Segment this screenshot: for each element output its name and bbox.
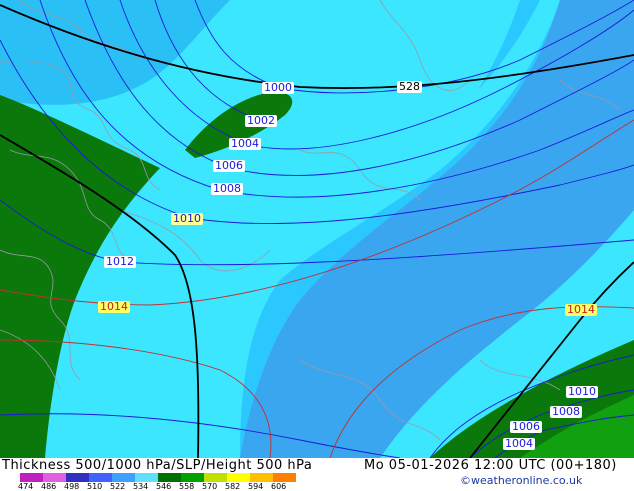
isobar-label: 1002: [245, 114, 277, 127]
height-label: 528: [397, 80, 422, 93]
map-datetime: Mo 05-01-2026 12:00 UTC (00+180): [364, 458, 617, 473]
isobar-label: 1014: [565, 303, 597, 316]
legend-swatch: [112, 473, 135, 482]
isobar-label: 1010: [171, 212, 203, 225]
isobar-label: 1012: [104, 255, 136, 268]
isobar-label: 1008: [550, 405, 582, 418]
legend-swatch: [135, 473, 158, 482]
legend-swatch: [250, 473, 273, 482]
legend-swatch: [158, 473, 181, 482]
thickness-legend: [20, 473, 296, 482]
credit-link[interactable]: ©weatheronline.co.uk: [460, 474, 582, 487]
footer-bar: Thickness 500/1000 hPa/SLP/Height 500 hP…: [0, 458, 634, 491]
isobar-label: 1000: [262, 81, 294, 94]
legend-swatch: [43, 473, 66, 482]
map-title: Thickness 500/1000 hPa/SLP/Height 500 hP…: [2, 458, 313, 473]
isobar-label: 1008: [211, 182, 243, 195]
legend-swatch: [273, 473, 296, 482]
isobar-label: 1010: [566, 385, 598, 398]
legend-swatch: [227, 473, 250, 482]
legend-swatch: [66, 473, 89, 482]
isobar-label: 1006: [213, 159, 245, 172]
legend-swatch: [181, 473, 204, 482]
map-svg: [0, 0, 634, 458]
legend-swatch: [204, 473, 227, 482]
legend-swatch: [20, 473, 43, 482]
isobar-label: 1014: [98, 300, 130, 313]
isobar-label: 1006: [510, 420, 542, 433]
isobar-label: 1004: [229, 137, 261, 150]
weather-map: 1000 1002 1004 1006 1008 1010 1012 1014 …: [0, 0, 634, 458]
isobar-label: 1004: [503, 437, 535, 450]
legend-swatch: [89, 473, 112, 482]
